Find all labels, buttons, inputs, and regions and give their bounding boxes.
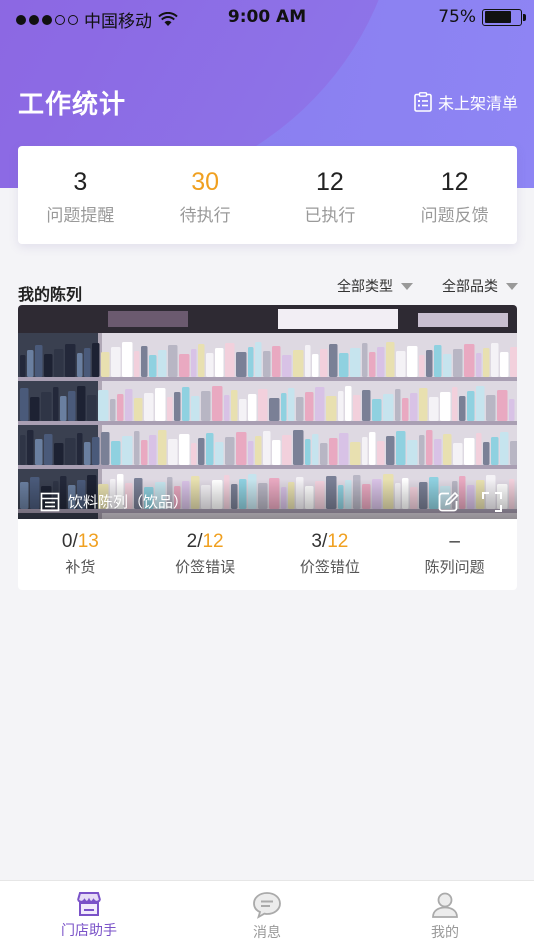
stat-label: 已执行	[304, 206, 356, 226]
status-bar: 中国移动 9:00 AM 75%	[0, 0, 534, 36]
shelf-counts: 0/13 补货 2/12 价签错误 3/12 价签错位 – 陈列问题	[18, 519, 517, 590]
tab-label: 我的	[431, 925, 459, 941]
stat-pending[interactable]: 30 待执行	[143, 146, 268, 244]
tab-mine[interactable]: 我的	[356, 881, 534, 950]
edit-icon[interactable]	[437, 491, 459, 513]
chevron-down-icon	[401, 282, 413, 290]
battery-icon	[482, 8, 526, 26]
count-done: 0	[61, 531, 73, 552]
stat-value: 3	[73, 168, 88, 196]
stat-label: 待执行	[179, 206, 231, 226]
count-total: 12	[327, 531, 349, 552]
user-icon	[432, 892, 458, 918]
count-price-tag-error[interactable]: 2/12 价签错误	[143, 519, 268, 590]
message-icon	[253, 892, 281, 919]
stat-value: 12	[315, 168, 344, 196]
section-title: 我的陈列	[18, 285, 83, 304]
shelf-name-label: 饮料陈列（饮品）	[40, 491, 188, 512]
battery-fill	[484, 11, 511, 23]
count-fraction: 2/12	[186, 531, 224, 552]
count-label: 价签错误	[175, 558, 236, 576]
stat-executed[interactable]: 12 已执行	[268, 146, 393, 244]
stat-value: 12	[440, 168, 469, 196]
chevron-down-icon	[506, 282, 518, 290]
count-fraction: 3/12	[311, 531, 349, 552]
stat-label: 问题提醒	[46, 206, 115, 226]
count-total: 12	[202, 531, 224, 552]
count-label: 陈列问题	[424, 558, 485, 576]
stat-issue-reminder[interactable]: 3 问题提醒	[18, 146, 143, 244]
stats-card: 3 问题提醒 30 待执行 12 已执行 12 问题反馈	[18, 146, 517, 244]
clipboard-list-icon	[414, 92, 432, 112]
count-label: 补货	[65, 558, 96, 576]
count-display-issue[interactable]: – 陈列问题	[392, 519, 517, 590]
tab-label: 门店助手	[61, 923, 117, 939]
count-total: 13	[77, 531, 99, 552]
shelf-photo[interactable]: 饮料陈列（饮品）	[18, 305, 517, 519]
count-done: 3	[311, 531, 322, 552]
tab-store-assistant[interactable]: 门店助手	[0, 881, 178, 950]
store-icon	[77, 892, 101, 916]
unshelved-label: 未上架清单	[437, 94, 518, 113]
count-label: 价签错位	[299, 558, 360, 576]
tab-label: 消息	[253, 925, 281, 941]
shelf-actions	[437, 491, 503, 513]
type-filter-dropdown[interactable]: 全部类型	[337, 276, 413, 296]
count-restock[interactable]: 0/13 补货	[18, 519, 143, 590]
category-filter-label: 全部品类	[442, 279, 498, 295]
count-fraction: –	[449, 531, 460, 552]
shelf-card[interactable]: 饮料陈列（饮品） 0/13 补货 2/12 价签错误 3/12 价签错位 – 陈…	[18, 305, 517, 590]
count-done: 2	[186, 531, 198, 552]
fullscreen-icon[interactable]	[481, 491, 503, 513]
shelf-name: 饮料陈列（饮品）	[68, 493, 189, 511]
count-price-tag-misplaced[interactable]: 3/12 价签错位	[268, 519, 393, 590]
tab-bar: 门店助手 消息 我的	[0, 880, 534, 950]
type-filter-label: 全部类型	[337, 279, 393, 295]
stat-feedback[interactable]: 12 问题反馈	[392, 146, 517, 244]
status-right: 75%	[438, 7, 526, 27]
category-filter-dropdown[interactable]: 全部品类	[442, 276, 518, 296]
stat-label: 问题反馈	[420, 206, 489, 226]
battery-percent: 75%	[438, 7, 476, 27]
stat-value: 30	[191, 168, 220, 196]
unshelved-list-link[interactable]: 未上架清单	[414, 90, 518, 114]
list-icon	[40, 492, 60, 511]
tab-messages[interactable]: 消息	[178, 881, 356, 950]
page-title: 工作统计	[18, 90, 127, 120]
count-fraction: 0/13	[61, 531, 99, 552]
